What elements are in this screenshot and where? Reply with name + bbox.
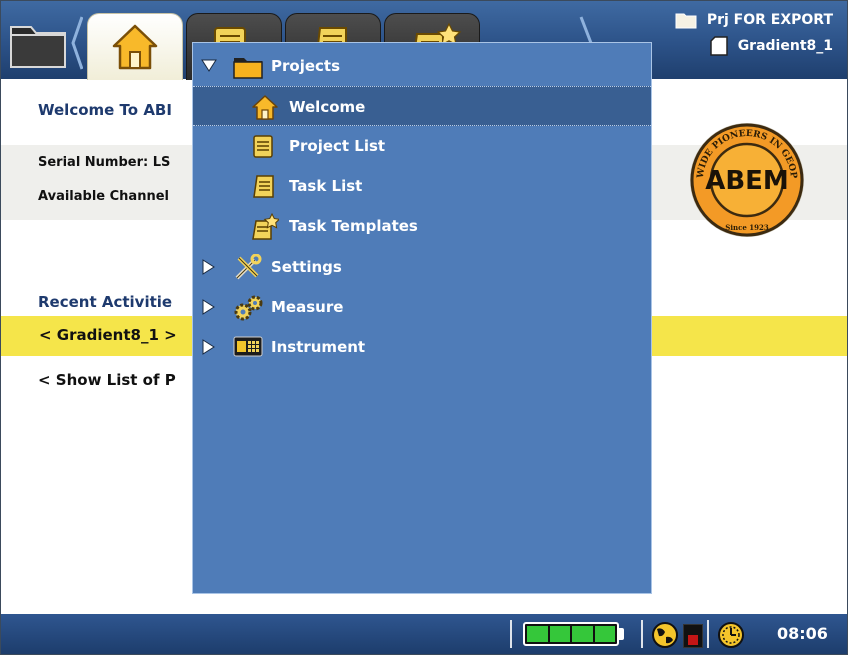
- menu-item-measure[interactable]: Measure: [193, 287, 651, 327]
- gears-icon: [234, 295, 263, 321]
- navigation-menu: Projects Welcome Project List Task List: [192, 42, 652, 594]
- battery-tip: [619, 628, 624, 640]
- home-icon: [112, 24, 158, 70]
- clock-time: 08:06: [777, 624, 828, 643]
- svg-text:Since 1923: Since 1923: [725, 223, 769, 232]
- expanded-arrow-icon[interactable]: [201, 58, 217, 72]
- tools-icon: [235, 254, 262, 280]
- tab-welcome[interactable]: [87, 13, 183, 80]
- instrument-icon: [233, 336, 263, 357]
- battery-indicator: [523, 622, 619, 646]
- menu-item-task-list[interactable]: Task List: [193, 166, 651, 206]
- menu-item-settings[interactable]: Settings: [193, 247, 651, 287]
- show-list-link[interactable]: < Show List of P: [38, 371, 176, 389]
- menu-label-welcome: Welcome: [289, 98, 366, 116]
- project-list-icon: [253, 135, 273, 158]
- serial-number-label: Serial Number: LS: [38, 155, 171, 170]
- welcome-title: Welcome To ABI: [38, 101, 172, 119]
- battery-cell: [549, 626, 570, 642]
- menu-label-instrument: Instrument: [271, 338, 366, 356]
- abem-logo: WORLDWIDE PIONEERS IN GEOPHYSICS ABEM Si…: [688, 106, 804, 237]
- status-divider: [641, 620, 643, 648]
- menu-label-task-templates: Task Templates: [289, 217, 418, 235]
- recent-activities-heading: Recent Activitie: [38, 293, 173, 311]
- project-folder-icon: [675, 13, 697, 29]
- globe-icon[interactable]: [651, 621, 679, 649]
- available-channels-label: Available Channel: [38, 189, 169, 204]
- battery-cell: [572, 626, 593, 642]
- status-divider: [707, 620, 709, 648]
- menu-item-projects[interactable]: Projects: [193, 46, 651, 86]
- task-list-icon: [253, 175, 274, 198]
- battery-cell: [594, 626, 615, 642]
- project-info: Prj FOR EXPORT Gradient8_1: [675, 7, 833, 59]
- svg-text:ABEM: ABEM: [705, 166, 789, 196]
- task-file-icon: [709, 36, 728, 56]
- menu-label-projects: Projects: [271, 57, 341, 75]
- battery-cell: [527, 626, 548, 642]
- menu-item-welcome[interactable]: Welcome: [193, 86, 651, 126]
- recording-indicator: [683, 624, 703, 648]
- task-row[interactable]: Gradient8_1: [675, 33, 833, 59]
- menu-label-project-list: Project List: [289, 137, 386, 155]
- menu-item-project-list[interactable]: Project List: [193, 126, 651, 166]
- status-divider: [510, 620, 512, 648]
- recent-activity-label: < Gradient8_1 >: [39, 326, 177, 344]
- menu-label-measure: Measure: [271, 298, 344, 316]
- menu-item-instrument[interactable]: Instrument: [193, 327, 651, 367]
- project-name: Prj FOR EXPORT: [706, 12, 833, 28]
- menu-item-task-templates[interactable]: Task Templates: [193, 206, 651, 246]
- collapsed-arrow-icon[interactable]: [201, 299, 215, 315]
- menu-label-settings: Settings: [271, 258, 342, 276]
- collapsed-arrow-icon[interactable]: [201, 259, 215, 275]
- task-name: Gradient8_1: [737, 38, 833, 54]
- collapsed-arrow-icon[interactable]: [201, 339, 215, 355]
- project-row[interactable]: Prj FOR EXPORT: [675, 7, 833, 33]
- home-icon: [252, 95, 278, 120]
- folder-icon: [233, 58, 263, 79]
- folder-icon[interactable]: [9, 17, 67, 69]
- task-templates-icon: [252, 213, 279, 240]
- recording-led: [688, 635, 698, 645]
- menu-label-task-list: Task List: [289, 177, 363, 195]
- status-bar: 08:06: [1, 614, 847, 654]
- clock-icon[interactable]: [717, 621, 745, 649]
- back-arrow-icon[interactable]: [71, 15, 83, 71]
